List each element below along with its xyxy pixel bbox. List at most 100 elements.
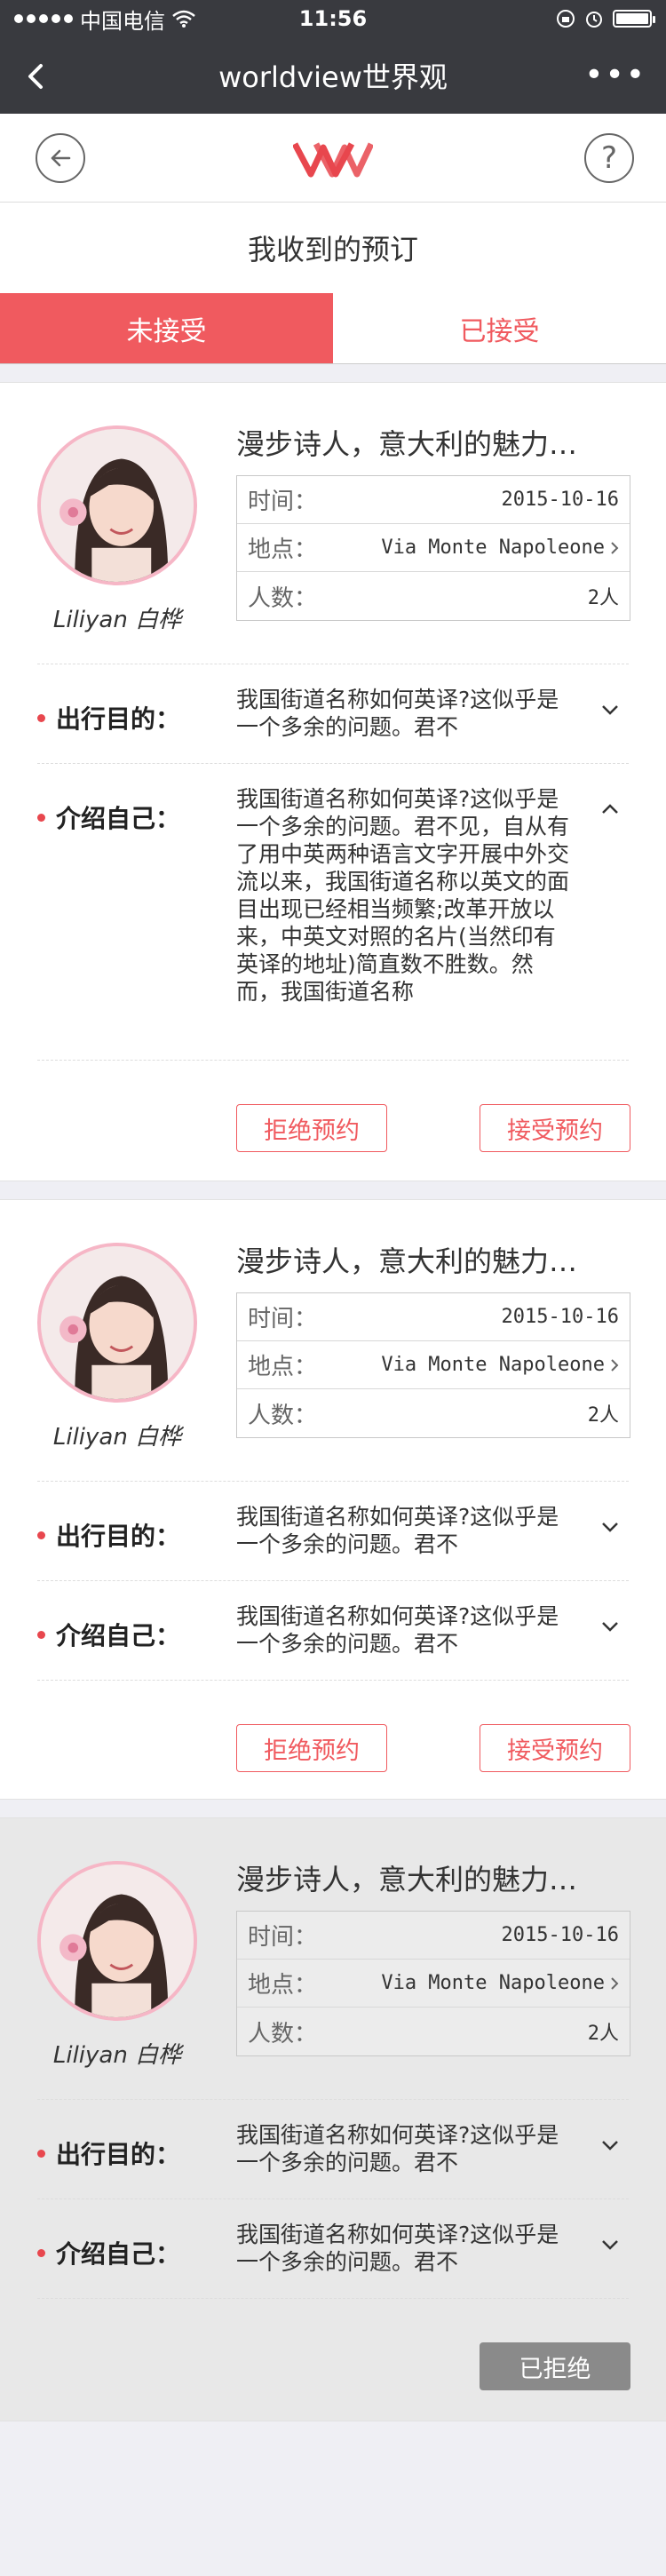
user-name: Liliyan 白桦 [52, 607, 182, 633]
app-header: ? [0, 114, 666, 203]
help-button[interactable]: ? [584, 133, 634, 183]
battery-icon [613, 10, 655, 28]
order-info-table: 时间： 2015-10-16 地点： Via Monte Napoleone 人… [236, 1292, 630, 1438]
people-value: 2人 [587, 1404, 619, 1427]
intro-section[interactable]: 介绍自己： 我国街道名称如何英译?这似乎是一个多余的问题。君不 [37, 1580, 629, 1680]
trip-title[interactable]: 漫步诗人，意大利的魅力… [236, 422, 636, 463]
purpose-label-text: 出行目的： [56, 704, 181, 734]
info-row-people: 人数： 2人 [237, 2008, 630, 2055]
place-text: Via Monte Napoleone [381, 1354, 605, 1376]
people-label: 人数： [248, 1402, 318, 1429]
divider [37, 1060, 629, 1061]
intro-text: 我国街道名称如何英译?这似乎是一个多余的问题。君不 [236, 1603, 559, 1657]
purpose-section[interactable]: 出行目的： 我国街道名称如何英译?这似乎是一个多余的问题。君不 [37, 664, 629, 763]
reject-button[interactable]: 拒绝预约 [236, 1724, 387, 1772]
bullet-dot [37, 2149, 45, 2158]
purpose-label: 出行目的： [37, 2135, 180, 2171]
people-value: 2人 [587, 2023, 619, 2045]
question-icon: ? [600, 140, 618, 176]
info-row-time: 时间： 2015-10-16 [237, 1912, 630, 1960]
purpose-text: 我国街道名称如何英译?这似乎是一个多余的问题。君不 [236, 687, 559, 740]
signal-icon [14, 14, 73, 23]
info-row-people: 人数： 2人 [237, 1389, 630, 1437]
time-value: 2015-10-16 [501, 1924, 619, 1946]
wechat-nav-bar: worldview世界观 ••• [0, 37, 666, 114]
chevron-down-icon[interactable] [600, 2139, 620, 2151]
accept-button[interactable]: 接受预约 [480, 1724, 630, 1772]
reject-button[interactable]: 拒绝预约 [236, 1104, 387, 1152]
user-name: Liliyan 白桦 [52, 2042, 182, 2069]
user-name: Liliyan 白桦 [52, 1424, 182, 1451]
bullet-dot [37, 1630, 45, 1639]
order-card: Liliyan 白桦 漫步诗人，意大利的魅力… 时间： 2015-10-16 地… [0, 1199, 666, 1800]
intro-text: 我国街道名称如何英译?这似乎是一个多余的问题。君不 [236, 2222, 559, 2275]
accept-button[interactable]: 接受预约 [480, 1104, 630, 1152]
user-photo [41, 1864, 194, 2017]
bullet-dot [37, 713, 45, 722]
intro-text: 我国街道名称如何英译?这似乎是一个多余的问题。君不见，自从有了用中英两种语言文字… [236, 786, 570, 1005]
purpose-text: 我国街道名称如何英译?这似乎是一个多余的问题。君不 [236, 1504, 559, 1557]
back-circle-button[interactable] [36, 133, 85, 183]
purpose-section[interactable]: 出行目的： 我国街道名称如何英译?这似乎是一个多余的问题。君不 [37, 2099, 629, 2198]
tab-not-accepted[interactable]: 未接受 [0, 293, 333, 363]
more-menu-icon[interactable]: ••• [584, 57, 646, 93]
status-bar: 中国电信 11:56 [0, 0, 666, 37]
divider [37, 2298, 629, 2299]
info-row-place[interactable]: 地点： Via Monte Napoleone [237, 1341, 630, 1389]
bullet-dot [37, 1530, 45, 1539]
place-label: 地点： [248, 1354, 318, 1380]
intro-section[interactable]: 介绍自己： 我国街道名称如何英译?这似乎是一个多余的问题。君不见，自从有了用中英… [37, 763, 629, 1060]
people-label: 人数： [248, 2020, 318, 2047]
status-left: 中国电信 [14, 4, 195, 35]
arrow-left-icon [51, 149, 71, 167]
purpose-label-text: 出行目的： [56, 1522, 181, 1551]
order-info-table: 时间： 2015-10-16 地点： Via Monte Napoleone 人… [236, 1911, 630, 2056]
intro-label-text: 介绍自己： [56, 1621, 181, 1650]
order-card: Liliyan 白桦 漫步诗人，意大利的魅力… 时间： 2015-10-16 地… [0, 382, 666, 1181]
avatar [37, 1861, 197, 2021]
divider [37, 1680, 629, 1681]
time-value: 2015-10-16 [501, 489, 619, 511]
time-label: 时间： [248, 1924, 318, 1951]
place-value: Via Monte Napoleone [381, 537, 619, 559]
info-row-place[interactable]: 地点： Via Monte Napoleone [237, 1960, 630, 2008]
intro-section[interactable]: 介绍自己： 我国街道名称如何英译?这似乎是一个多余的问题。君不 [37, 2198, 629, 2298]
time-label: 时间： [248, 1306, 318, 1332]
time-value: 2015-10-16 [501, 1306, 619, 1328]
chevron-down-icon[interactable] [600, 1620, 620, 1633]
order-card-rejected: Liliyan 白桦 漫步诗人，意大利的魅力… 时间： 2015-10-16 地… [0, 1817, 666, 2421]
status-right [556, 9, 655, 28]
trip-title[interactable]: 漫步诗人，意大利的魅力… [236, 1857, 636, 1898]
purpose-section[interactable]: 出行目的： 我国街道名称如何英译?这似乎是一个多余的问题。君不 [37, 1481, 629, 1580]
people-value: 2人 [587, 587, 619, 609]
chevron-right-icon [611, 541, 619, 554]
time-label: 时间： [248, 489, 318, 515]
rejected-status-button: 已拒绝 [480, 2342, 630, 2390]
tab-accepted[interactable]: 已接受 [333, 293, 666, 363]
rotation-lock-icon [557, 10, 575, 28]
chevron-down-icon[interactable] [600, 2238, 620, 2251]
place-text: Via Monte Napoleone [381, 537, 605, 559]
chevron-right-icon [611, 1358, 619, 1371]
intro-label: 介绍自己： [37, 2235, 180, 2270]
info-row-time: 时间： 2015-10-16 [237, 476, 630, 524]
page-title: 我收到的预订 [0, 203, 666, 293]
trip-title[interactable]: 漫步诗人，意大利的魅力… [236, 1239, 636, 1280]
back-arrow-icon[interactable] [20, 59, 55, 94]
chevron-right-icon [611, 1976, 619, 1990]
chevron-up-icon[interactable] [600, 803, 620, 815]
place-label: 地点： [248, 1972, 318, 1999]
user-photo [41, 429, 194, 582]
purpose-label-text: 出行目的： [56, 2140, 181, 2169]
place-text: Via Monte Napoleone [381, 1972, 605, 1994]
info-row-people: 人数： 2人 [237, 572, 630, 620]
info-row-place[interactable]: 地点： Via Monte Napoleone [237, 524, 630, 572]
worldview-logo [293, 142, 373, 178]
place-label: 地点： [248, 537, 318, 563]
people-label: 人数： [248, 584, 318, 612]
place-value: Via Monte Napoleone [381, 1354, 619, 1376]
chevron-down-icon[interactable] [600, 704, 620, 716]
chevron-down-icon[interactable] [600, 1521, 620, 1533]
tab-bar: 未接受 已接受 [0, 293, 666, 364]
alarm-icon [586, 12, 602, 28]
